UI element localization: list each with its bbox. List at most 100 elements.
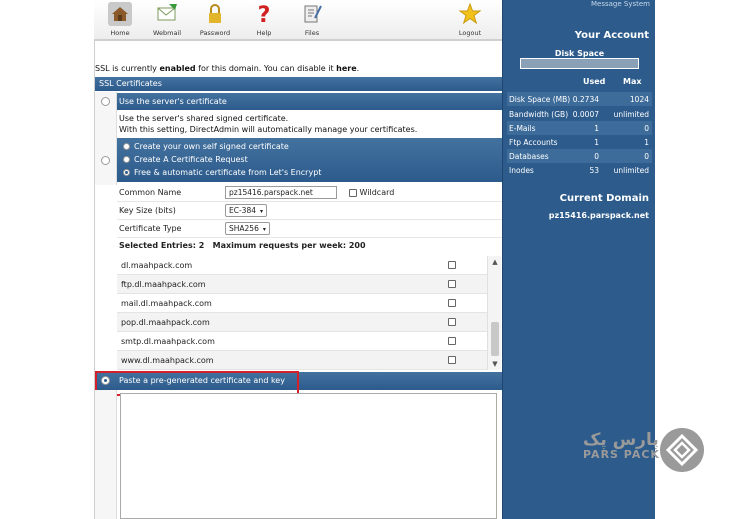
domain-name: smtp.dl.maahpack.com — [121, 337, 215, 346]
svg-text:?: ? — [258, 3, 271, 26]
home-label: Home — [110, 29, 130, 37]
stat-label: Inodes — [509, 166, 534, 175]
star-icon — [458, 2, 482, 25]
help-icon: ? — [258, 3, 271, 26]
request-radio[interactable] — [123, 156, 130, 163]
section-header: SSL Certificates — [95, 77, 502, 91]
col-max-header: Max — [623, 77, 642, 86]
files-icon — [304, 5, 322, 23]
top-toolbar: Home Webmail Password ? Help Files Logou… — [94, 0, 502, 41]
chevron-down-icon: ▾ — [262, 226, 266, 233]
stats-row-disk: Disk Space (MB) 0.2734 1024 — [507, 92, 652, 106]
list-item[interactable]: smtp.dl.maahpack.com — [117, 332, 487, 351]
cert-type-label: Certificate Type — [119, 224, 182, 233]
parspack-logo: پارس پک PARS PACK — [583, 430, 660, 461]
col-used-header: Used — [583, 77, 606, 86]
wildcard-option[interactable]: Wildcard — [349, 188, 394, 197]
certificate-textarea[interactable] — [120, 393, 497, 519]
stat-label: Ftp Accounts — [509, 138, 558, 147]
common-name-input[interactable]: pz15416.parspack.net — [225, 186, 337, 199]
account-title: Your Account — [574, 30, 649, 41]
stats-row-inodes: Inodes 53 unlimited — [507, 163, 652, 177]
logo-fa-text: پارس پک — [583, 430, 659, 450]
stat-max: unlimited — [613, 110, 649, 119]
common-name-label: Common Name — [119, 188, 182, 197]
server-note-2: With this setting, DirectAdmin will auto… — [119, 125, 418, 134]
list-item[interactable]: mail.dl.maahpack.com — [117, 294, 487, 313]
wildcard-checkbox[interactable] — [349, 188, 357, 197]
letsencrypt-radio[interactable] — [123, 169, 130, 176]
stat-used: 0 — [594, 152, 599, 161]
max-requests: Maximum requests per week: 200 — [212, 241, 366, 250]
stat-used: 53 — [589, 166, 599, 175]
chevron-down-icon: ▾ — [260, 208, 264, 215]
sub-option-letsencrypt[interactable]: Free & automatic certificate from Let's … — [123, 168, 321, 177]
list-item[interactable]: pop.dl.maahpack.com — [117, 313, 487, 332]
stat-max: 0 — [644, 124, 649, 133]
webmail-button[interactable]: Webmail — [144, 0, 190, 40]
stat-label: Bandwidth (GB) — [509, 110, 569, 119]
domain-checkbox[interactable] — [448, 318, 456, 326]
request-label: Create A Certificate Request — [134, 155, 248, 164]
logout-label: Logout — [458, 29, 482, 37]
password-button[interactable]: Password — [192, 0, 238, 40]
home-icon — [108, 2, 132, 26]
logout-button[interactable]: Logout — [447, 0, 493, 40]
message-system-text[interactable]: Message System — [503, 0, 656, 8]
stats-row-bandwidth: Bandwidth (GB) 0.0007 unlimited — [507, 107, 652, 121]
common-name-row: Common Name pz15416.parspack.net Wildcar… — [117, 184, 502, 202]
domain-name: www.dl.maahpack.com — [121, 356, 214, 365]
cert-type-select[interactable]: SHA256 ▾ — [225, 222, 270, 235]
list-item[interactable]: www.dl.maahpack.com — [117, 351, 487, 370]
key-size-value: EC-384 — [229, 206, 256, 215]
stat-used: 0.2734 — [572, 95, 599, 104]
sub-option-self-signed[interactable]: Create your own self signed certificate — [123, 142, 289, 151]
domain-name: ftp.dl.maahpack.com — [121, 280, 206, 289]
help-button[interactable]: ? Help — [241, 0, 287, 40]
stats-row-databases: Databases 0 0 — [507, 149, 652, 163]
password-label: Password — [199, 29, 231, 37]
option-custom-radio[interactable] — [101, 156, 110, 165]
domain-checkbox[interactable] — [448, 261, 456, 269]
server-note-1: Use the server's shared signed certifica… — [119, 114, 289, 123]
disable-ssl-link[interactable]: here — [336, 64, 357, 73]
stat-used: 1 — [594, 124, 599, 133]
domain-checkbox[interactable] — [448, 280, 456, 288]
ssl-status-suffix: . — [356, 64, 360, 73]
scroll-up-icon[interactable]: ▲ — [488, 258, 502, 266]
list-scrollbar[interactable]: ▲ ▼ — [487, 256, 501, 370]
home-button[interactable]: Home — [97, 0, 143, 40]
self-signed-radio[interactable] — [123, 143, 130, 150]
webmail-icon — [157, 4, 177, 21]
stat-label: Disk Space (MB) — [509, 95, 571, 104]
radio-column-bottom — [95, 390, 117, 519]
stat-label: Databases — [509, 152, 549, 161]
option-server-radio[interactable] — [101, 97, 110, 106]
stat-used: 0.0007 — [572, 110, 599, 119]
domain-checkbox[interactable] — [448, 356, 456, 364]
domain-name: pop.dl.maahpack.com — [121, 318, 210, 327]
parspack-logo-icon — [660, 428, 704, 472]
domain-list: dl.maahpack.com ftp.dl.maahpack.com mail… — [117, 256, 502, 370]
stat-max: 1024 — [629, 95, 649, 104]
stat-used: 1 — [594, 138, 599, 147]
key-size-label: Key Size (bits) — [119, 206, 176, 215]
list-item[interactable]: ftp.dl.maahpack.com — [117, 275, 487, 294]
domain-checkbox[interactable] — [448, 337, 456, 345]
key-size-select[interactable]: EC-384 ▾ — [225, 204, 268, 217]
scroll-thumb[interactable] — [491, 322, 499, 356]
current-domain: pz15416.parspack.net — [548, 211, 649, 220]
ssl-status-middle: for this domain. You can disable it — [195, 64, 337, 73]
files-label: Files — [304, 29, 320, 37]
custom-options-box: Create your own self signed certificate … — [117, 138, 502, 182]
files-button[interactable]: Files — [289, 0, 335, 40]
option-server-row: Use the server's certificate — [117, 93, 502, 110]
domain-name: dl.maahpack.com — [121, 261, 193, 270]
cert-type-row: Certificate Type SHA256 ▾ — [117, 220, 502, 238]
scroll-down-icon[interactable]: ▼ — [488, 360, 502, 368]
domain-checkbox[interactable] — [448, 299, 456, 307]
stats-row-ftp: Ftp Accounts 1 1 — [507, 135, 652, 149]
list-item[interactable]: dl.maahpack.com — [117, 256, 487, 275]
sub-option-request[interactable]: Create A Certificate Request — [123, 155, 248, 164]
webmail-label: Webmail — [152, 29, 182, 37]
